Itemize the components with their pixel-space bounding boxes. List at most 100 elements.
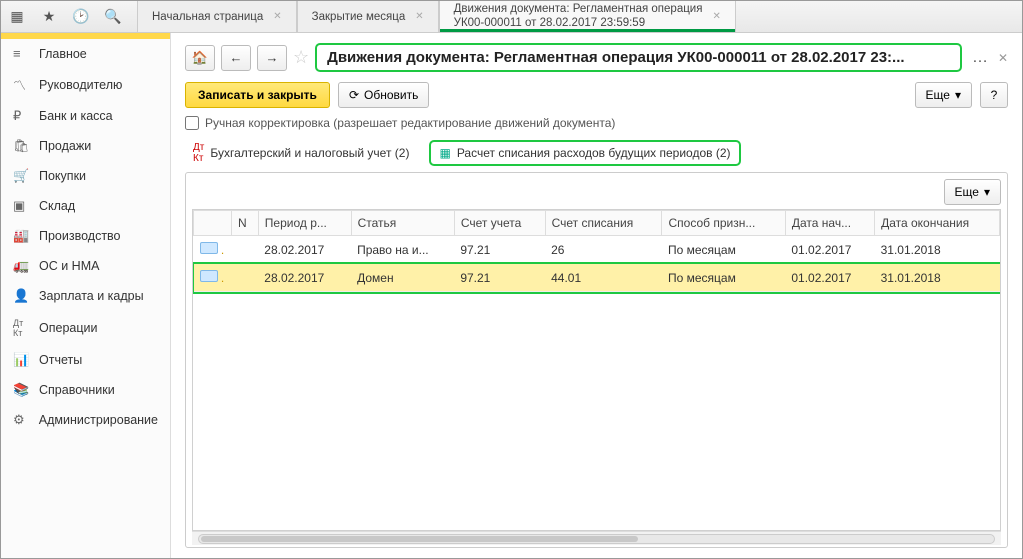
nav-production[interactable]: 🏭Производство bbox=[1, 221, 170, 251]
manual-edit-label: Ручная корректировка (разрешает редактир… bbox=[205, 116, 615, 130]
nav-sales[interactable]: 🛍Продажи bbox=[1, 131, 170, 161]
col-article[interactable]: Статья bbox=[351, 211, 454, 236]
nav-label: Банк и касса bbox=[39, 109, 113, 123]
home-button[interactable]: 🏠 bbox=[185, 45, 215, 71]
nav-manager[interactable]: 〽 Руководителю bbox=[1, 68, 170, 101]
book-icon: 📚 bbox=[13, 382, 31, 398]
col-end[interactable]: Дата окончания bbox=[875, 211, 1000, 236]
col-icon[interactable] bbox=[194, 211, 232, 236]
chart-icon: 〽 bbox=[13, 75, 31, 94]
refresh-icon: ⟳ bbox=[349, 88, 359, 102]
help-button[interactable]: ? bbox=[980, 82, 1008, 108]
apps-icon[interactable]: ▦ bbox=[3, 5, 31, 29]
nav-label: Склад bbox=[39, 199, 75, 213]
cell-n bbox=[232, 264, 259, 292]
row-icon bbox=[200, 242, 218, 254]
history-icon[interactable]: 🕑 bbox=[67, 5, 95, 29]
col-period[interactable]: Период р... bbox=[258, 211, 351, 236]
manual-edit-checkbox[interactable] bbox=[185, 116, 199, 130]
cell-n bbox=[232, 236, 259, 264]
report-icon: 📊 bbox=[13, 352, 31, 368]
person-icon: 👤 bbox=[13, 288, 31, 304]
nav-payroll[interactable]: 👤 Зарплата и кадры bbox=[1, 281, 170, 311]
scroll-thumb[interactable] bbox=[201, 536, 638, 542]
nav-operations[interactable]: ДтКтОперации bbox=[1, 311, 170, 345]
nav-main[interactable]: ≡Главное bbox=[1, 39, 170, 68]
tab-label: Закрытие месяца bbox=[312, 11, 406, 23]
col-writeoff-account[interactable]: Счет списания bbox=[545, 211, 662, 236]
nav-label: Руководителю bbox=[39, 78, 122, 92]
top-toolbar: ▦ ★ 🕑 🔍 Начальная страница ✕ Закрытие ме… bbox=[1, 1, 1022, 33]
close-icon[interactable]: ✕ bbox=[712, 11, 720, 22]
back-button[interactable]: ← bbox=[221, 45, 251, 71]
nav-label: Продажи bbox=[39, 139, 91, 153]
close-page-icon[interactable]: ✕ bbox=[998, 51, 1008, 65]
dtk-icon: ДтКт bbox=[193, 142, 204, 164]
subtab-label: Бухгалтерский и налоговый учет (2) bbox=[210, 146, 409, 160]
refresh-label: Обновить bbox=[364, 88, 418, 102]
table-header-row: N Период р... Статья Счет учета Счет спи… bbox=[194, 211, 1000, 236]
nav-assets[interactable]: 🚛ОС и НМА bbox=[1, 251, 170, 281]
manual-edit-row: Ручная корректировка (разрешает редактир… bbox=[185, 116, 1008, 130]
subtab-writeoff[interactable]: ▦ Расчет списания расходов будущих перио… bbox=[429, 140, 740, 166]
nav-reports[interactable]: 📊Отчеты bbox=[1, 345, 170, 375]
table-more-button[interactable]: Еще▾ bbox=[944, 179, 1001, 205]
cell-writeoff-account: 26 bbox=[545, 236, 662, 264]
page-title: Движения документа: Регламентная операци… bbox=[315, 43, 962, 72]
col-account[interactable]: Счет учета bbox=[454, 211, 545, 236]
table-row[interactable]: .28.02.2017Право на и...97.2126По месяца… bbox=[194, 236, 1000, 264]
more-label: Еще bbox=[926, 88, 950, 102]
nav-label: ОС и НМА bbox=[39, 259, 99, 273]
subtab-accounting[interactable]: ДтКт Бухгалтерский и налоговый учет (2) bbox=[185, 138, 417, 168]
nav-label: Операции bbox=[39, 321, 97, 335]
tab-home[interactable]: Начальная страница ✕ bbox=[137, 1, 297, 32]
tab-doc-movements[interactable]: Движения документа: Регламентная операци… bbox=[439, 1, 736, 32]
table-row[interactable]: .28.02.2017Домен97.2144.01По месяцам01.0… bbox=[194, 264, 1000, 292]
nav-warehouse[interactable]: ▣ Склад bbox=[1, 191, 170, 221]
tab-month-close[interactable]: Закрытие месяца ✕ bbox=[297, 1, 439, 32]
cart-icon: 🛒 bbox=[13, 168, 31, 184]
cell-account: 97.21 bbox=[454, 264, 545, 292]
command-bar: Записать и закрыть ⟳ Обновить Еще ▾ ? bbox=[185, 82, 1008, 108]
cell-end: 31.01.2018 bbox=[875, 264, 1000, 292]
factory-icon: 🏭 bbox=[13, 228, 31, 244]
nav-label: Зарплата и кадры bbox=[39, 289, 144, 303]
nav-admin[interactable]: ⚙Администрирование bbox=[1, 405, 170, 435]
tab-bar: Начальная страница ✕ Закрытие месяца ✕ Д… bbox=[137, 1, 736, 32]
nav-label: Справочники bbox=[39, 383, 115, 397]
col-n[interactable]: N bbox=[232, 211, 259, 236]
cell-start: 01.02.2017 bbox=[785, 264, 874, 292]
star-icon[interactable]: ★ bbox=[35, 5, 63, 29]
nav-catalogs[interactable]: 📚 Справочники bbox=[1, 375, 170, 405]
forward-button[interactable]: → bbox=[257, 45, 287, 71]
cell-start: 01.02.2017 bbox=[785, 236, 874, 264]
nav-purchases[interactable]: 🛒 Покупки bbox=[1, 161, 170, 191]
col-method[interactable]: Способ призн... bbox=[662, 211, 785, 236]
nav-label: Покупки bbox=[39, 169, 86, 183]
cell-end: 31.01.2018 bbox=[875, 236, 1000, 264]
cell-article: Право на и... bbox=[351, 236, 454, 264]
nav-bank[interactable]: ₽ Банк и касса bbox=[1, 101, 170, 131]
col-start[interactable]: Дата нач... bbox=[785, 211, 874, 236]
cell-account: 97.21 bbox=[454, 236, 545, 264]
save-close-button[interactable]: Записать и закрыть bbox=[185, 82, 330, 108]
refresh-button[interactable]: ⟳ Обновить bbox=[338, 82, 429, 108]
table-wrap[interactable]: N Период р... Статья Счет учета Счет спи… bbox=[192, 209, 1001, 531]
chevron-down-icon: ▾ bbox=[955, 88, 961, 102]
search-icon[interactable]: 🔍 bbox=[99, 5, 127, 29]
horizontal-scrollbar[interactable] bbox=[192, 531, 1001, 545]
boxes-icon: ▣ bbox=[13, 198, 31, 214]
cell-method: По месяцам bbox=[662, 264, 785, 292]
cell-article: Домен bbox=[351, 264, 454, 292]
subtab-row: ДтКт Бухгалтерский и налоговый учет (2) … bbox=[185, 138, 1008, 168]
favorite-icon[interactable]: ☆ bbox=[293, 47, 309, 68]
more-button[interactable]: Еще ▾ bbox=[915, 82, 972, 108]
ruble-icon: ₽ bbox=[13, 108, 31, 124]
calendar-icon: ▦ bbox=[439, 146, 450, 160]
data-table: N Период р... Статья Счет учета Счет спи… bbox=[193, 210, 1000, 292]
cell-method: По месяцам bbox=[662, 236, 785, 264]
close-icon[interactable]: ✕ bbox=[273, 11, 281, 22]
content-area: 🏠 ← → ☆ Движения документа: Регламентная… bbox=[171, 33, 1022, 558]
title-overflow: … bbox=[968, 49, 992, 67]
close-icon[interactable]: ✕ bbox=[415, 11, 423, 22]
